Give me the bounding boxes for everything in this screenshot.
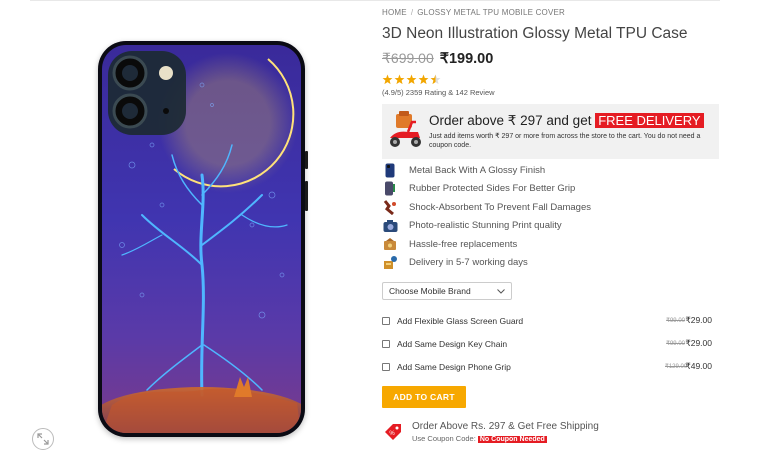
feature-item: Hassle-free replacements	[382, 235, 732, 254]
addon-old-price: ₹99.00	[666, 318, 685, 324]
scooter-icon	[390, 111, 421, 147]
price-row: ₹699.00 ₹199.00	[382, 50, 732, 67]
star-icon	[382, 74, 393, 85]
addon-checkbox[interactable]	[382, 316, 390, 325]
banner-subtext: Just add items worth ₹ 297 or more from …	[429, 133, 701, 149]
svg-text:%: %	[389, 431, 395, 437]
shock-absorbent-icon	[382, 199, 398, 215]
feature-list: Metal Back With A Glossy Finish Rubber P…	[382, 161, 732, 272]
sale-price: ₹199.00	[439, 51, 494, 67]
addon-checkbox[interactable]	[382, 339, 390, 348]
addon-old-price: ₹99.00	[666, 341, 685, 347]
breadcrumb-category[interactable]: GLOSSY METAL TPU MOBILE COVER	[417, 8, 565, 17]
feature-item: Delivery in 5-7 working days	[382, 254, 732, 273]
coupon-prefix: Use Coupon Code:	[412, 434, 478, 443]
expand-icon	[37, 433, 49, 445]
addon-new-price: ₹29.00	[685, 338, 712, 348]
volume-button	[305, 151, 308, 169]
discount-tag-icon: %	[385, 424, 401, 440]
addon-row: Add Flexible Glass Screen Guard ₹99.00 ₹…	[382, 309, 732, 332]
free-delivery-banner: Order above ₹ 297 and get FREE DELIVERY …	[382, 104, 719, 159]
star-icon	[394, 74, 405, 85]
star-rating	[382, 74, 732, 86]
breadcrumb-home[interactable]: HOME	[382, 8, 407, 17]
feature-item: Rubber Protected Sides For Better Grip	[382, 180, 732, 199]
addon-row: Add Same Design Key Chain ₹99.00 ₹29.00	[382, 332, 732, 355]
breadcrumb: HOME / GLOSSY METAL TPU MOBILE COVER	[382, 8, 732, 20]
replacement-icon	[382, 236, 398, 252]
addon-label[interactable]: Add Same Design Key Chain	[397, 339, 665, 349]
banner-headline: Order above ₹ 297 and get FREE DELIVERY	[429, 113, 704, 129]
product-gallery	[18, 8, 363, 450]
brand-select-label: Choose Mobile Brand	[389, 286, 471, 296]
delivery-box-icon	[382, 255, 398, 271]
half-star-icon	[430, 74, 441, 85]
no-coupon-tag: No Coupon Needed	[477, 436, 547, 443]
product-image[interactable]	[98, 41, 308, 437]
rubber-sides-icon	[382, 181, 398, 197]
feature-item: Metal Back With A Glossy Finish	[382, 161, 732, 180]
original-price: ₹699.00	[382, 50, 434, 66]
addon-list: Add Flexible Glass Screen Guard ₹99.00 ₹…	[382, 309, 732, 378]
star-icon	[406, 74, 417, 85]
rating-summary[interactable]: (4.9/5) 2359 Rating & 142 Review	[382, 88, 732, 97]
addon-new-price: ₹49.00	[685, 361, 712, 371]
top-divider	[30, 0, 720, 1]
feature-item: Shock-Absorbent To Prevent Fall Damages	[382, 198, 732, 217]
addon-old-price: ₹129.00	[665, 364, 688, 370]
addon-label[interactable]: Add Same Design Phone Grip	[397, 362, 665, 372]
phone-case-icon	[382, 162, 398, 178]
feature-text: Hassle-free replacements	[409, 238, 518, 250]
addon-row: Add Same Design Phone Grip ₹129.00 ₹49.0…	[382, 355, 732, 378]
camera-print-icon	[382, 218, 398, 234]
free-delivery-pill: FREE DELIVERY	[595, 113, 704, 128]
star-icon	[418, 74, 429, 85]
addon-new-price: ₹29.00	[685, 315, 712, 325]
product-info: HOME / GLOSSY METAL TPU MOBILE COVER 3D Ne…	[382, 8, 732, 443]
feature-text: Rubber Protected Sides For Better Grip	[409, 183, 576, 195]
chevron-down-icon	[497, 288, 505, 294]
add-to-cart-button[interactable]: ADD TO CART	[382, 386, 466, 408]
power-button	[305, 181, 308, 211]
banner-headline-text: Order above ₹ 297 and get	[429, 113, 596, 128]
feature-text: Metal Back With A Glossy Finish	[409, 164, 546, 176]
addon-label[interactable]: Add Flexible Glass Screen Guard	[397, 316, 665, 326]
feature-text: Photo-realistic Stunning Print quality	[409, 220, 562, 232]
camera-module	[108, 51, 186, 135]
breadcrumb-separator: /	[410, 8, 414, 17]
zoom-button[interactable]	[32, 428, 54, 450]
product-title: 3D Neon Illustration Glossy Metal TPU Ca…	[382, 25, 688, 42]
feature-text: Shock-Absorbent To Prevent Fall Damages	[409, 201, 591, 213]
mobile-brand-select[interactable]: Choose Mobile Brand	[382, 282, 512, 300]
feature-text: Delivery in 5-7 working days	[409, 257, 528, 269]
addon-checkbox[interactable]	[382, 362, 390, 371]
free-shipping-note: % Order Above Rs. 297 & Get Free Shippin…	[382, 421, 732, 443]
shipping-text-block: Order Above Rs. 297 & Get Free Shipping …	[412, 421, 599, 443]
feature-item: Photo-realistic Stunning Print quality	[382, 217, 732, 236]
shipping-title: Order Above Rs. 297 & Get Free Shipping	[412, 421, 599, 432]
coupon-line: Use Coupon Code: No Coupon Needed	[412, 434, 599, 443]
